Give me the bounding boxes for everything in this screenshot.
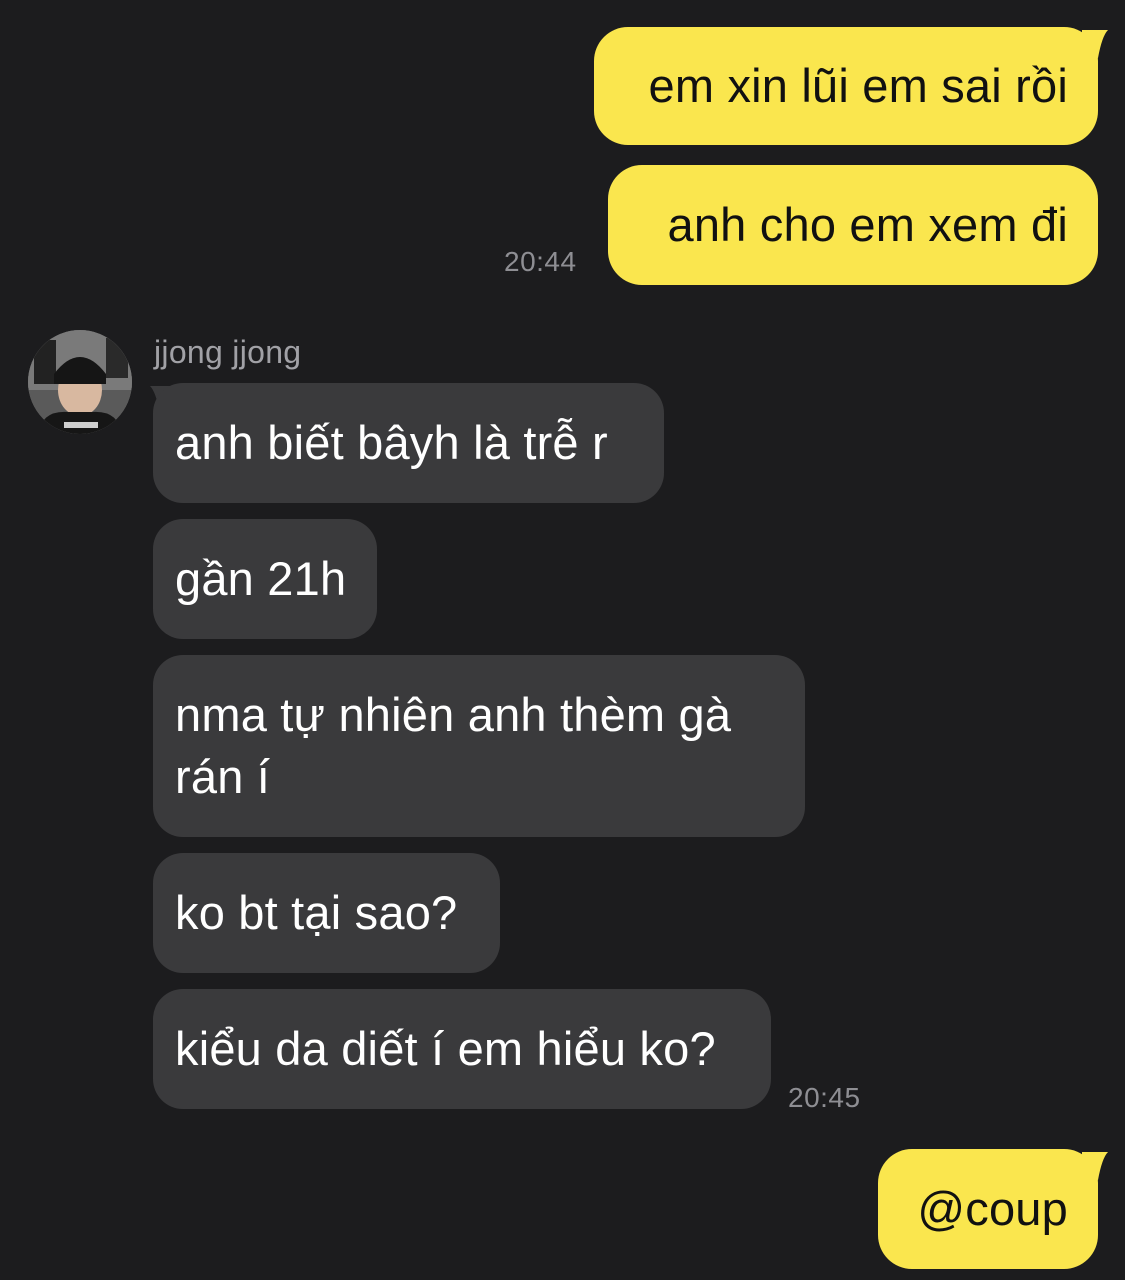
bubble-tail [1082,1152,1108,1180]
chat-thread: em xin lũi em sai rồi anh cho em xem đi … [0,0,1125,1280]
message-text: nma tự nhiên anh thèm gà rán í [175,688,732,803]
message-text: gần 21h [175,552,347,605]
message-text: anh biết bâyh là trễ r [175,416,608,469]
message-bubble-incoming[interactable]: ko bt tại sao? [153,853,500,973]
message-bubble-incoming[interactable]: gần 21h [153,519,377,639]
bubble-tail [1082,30,1108,58]
avatar[interactable] [28,330,132,434]
message-timestamp: 20:44 [504,246,577,277]
message-text: kiểu da diết í em hiểu ko? [175,1022,716,1075]
message-text: @coup [917,1182,1068,1235]
sender-name: jjong jjong [154,334,302,370]
message-text: ko bt tại sao? [175,886,458,939]
message-bubble-outgoing[interactable]: anh cho em xem đi [608,165,1098,285]
message-timestamp: 20:45 [788,1082,861,1113]
message-text: anh cho em xem đi [667,198,1068,251]
message-text: em xin lũi em sai rồi [648,59,1068,112]
message-bubble-incoming[interactable]: anh biết bâyh là trễ r [153,383,664,503]
profile-photo [28,330,132,434]
message-bubble-incoming[interactable]: nma tự nhiên anh thèm gà rán í [153,655,805,837]
message-bubble-outgoing[interactable]: @coup [878,1149,1098,1269]
message-bubble-incoming[interactable]: kiểu da diết í em hiểu ko? [153,989,771,1109]
message-bubble-outgoing[interactable]: em xin lũi em sai rồi [594,27,1098,145]
